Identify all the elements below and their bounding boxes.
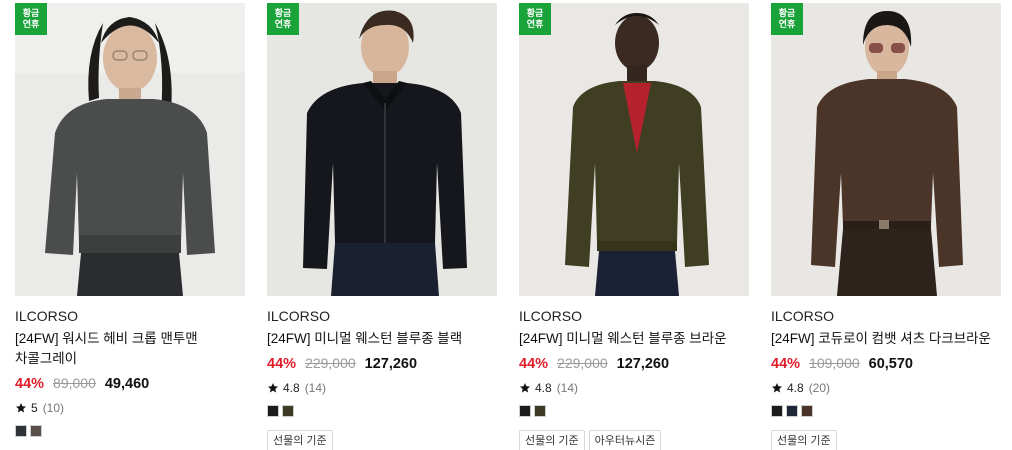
product-image[interactable]: 황금 연휴 (771, 3, 1001, 296)
model-photo (771, 3, 1001, 296)
rating-value: 5 (31, 401, 38, 415)
tag-list: 선물의 기준 (771, 430, 1001, 450)
color-swatch[interactable] (534, 405, 546, 417)
product-tag[interactable]: 아우터뉴시즌 (588, 430, 662, 450)
product-title[interactable]: [24FW] 코듀로이 컴뱃 셔츠 다크브라운 (771, 329, 1003, 349)
price-row: 44% 229,000 127,260 (267, 355, 497, 375)
brand-name[interactable]: ILCORSO (15, 307, 245, 325)
product-image[interactable]: 황금 연휴 (15, 3, 245, 296)
discount-rate: 44% (519, 356, 549, 372)
rating-value: 4.8 (535, 381, 552, 395)
brand-name[interactable]: ILCORSO (519, 307, 749, 325)
color-swatches (267, 405, 497, 417)
original-price: 109,000 (809, 355, 860, 371)
color-swatch[interactable] (267, 405, 279, 417)
discount-rate: 44% (267, 356, 297, 372)
star-icon (772, 383, 782, 393)
price-row: 44% 89,000 49,460 (15, 375, 245, 395)
review-count: (14) (556, 381, 579, 395)
star-icon (16, 403, 26, 413)
holiday-badge: 황금 연휴 (519, 3, 551, 35)
sale-price: 127,260 (616, 356, 670, 372)
sale-price: 127,260 (364, 356, 418, 372)
product-tag[interactable]: 선물의 기준 (771, 430, 837, 450)
color-swatches (15, 425, 245, 437)
review-count: (20) (808, 381, 831, 395)
star-icon (268, 383, 278, 393)
holiday-badge: 황금 연휴 (15, 3, 47, 35)
color-swatches (519, 405, 749, 417)
product-card[interactable]: 황금 연휴 ILCORSO [24FW] 워시드 헤비 크롭 맨투맨 차콜그레이… (15, 3, 245, 450)
color-swatch[interactable] (30, 425, 42, 437)
product-grid: 황금 연휴 ILCORSO [24FW] 워시드 헤비 크롭 맨투맨 차콜그레이… (0, 0, 1012, 450)
product-image[interactable]: 황금 연휴 (267, 3, 497, 296)
holiday-badge: 황금 연휴 (771, 3, 803, 35)
color-swatch[interactable] (771, 405, 783, 417)
product-image[interactable]: 황금 연휴 (519, 3, 749, 296)
original-price: 229,000 (557, 355, 608, 371)
rating-row: 4.8 (20) (771, 381, 1001, 395)
product-tag[interactable]: 선물의 기준 (267, 430, 333, 450)
review-count: (14) (304, 381, 327, 395)
color-swatch[interactable] (801, 405, 813, 417)
original-price: 229,000 (305, 355, 356, 371)
color-swatch[interactable] (15, 425, 27, 437)
rating-value: 4.8 (787, 381, 804, 395)
discount-rate: 44% (771, 356, 801, 372)
holiday-badge: 황금 연휴 (267, 3, 299, 35)
tag-list: 선물의 기준 (267, 430, 497, 450)
rating-row: 4.8 (14) (267, 381, 497, 395)
product-title[interactable]: [24FW] 워시드 헤비 크롭 맨투맨 차콜그레이 (15, 329, 247, 369)
color-swatch[interactable] (519, 405, 531, 417)
price-row: 44% 109,000 60,570 (771, 355, 1001, 375)
rating-value: 4.8 (283, 381, 300, 395)
model-photo (267, 3, 497, 296)
color-swatches (771, 405, 1001, 417)
model-photo (15, 3, 245, 296)
discount-rate: 44% (15, 376, 45, 392)
review-count: (10) (42, 401, 65, 415)
tag-list: 선물의 기준 아우터뉴시즌 (519, 430, 749, 450)
product-title[interactable]: [24FW] 미니멀 웨스턴 블루종 블랙 (267, 329, 499, 349)
sale-price: 60,570 (868, 356, 913, 372)
product-card[interactable]: 황금 연휴 ILCORSO [24FW] 미니멀 웨스턴 블루종 블랙 44% … (267, 3, 497, 450)
product-tag[interactable]: 선물의 기준 (519, 430, 585, 450)
model-photo (519, 3, 749, 296)
product-title[interactable]: [24FW] 미니멀 웨스턴 블루종 브라운 (519, 329, 751, 349)
sale-price: 49,460 (104, 376, 150, 392)
product-card[interactable]: 황금 연휴 ILCORSO [24FW] 미니멀 웨스턴 블루종 브라운 44%… (519, 3, 749, 450)
star-icon (520, 383, 530, 393)
color-swatch[interactable] (786, 405, 798, 417)
brand-name[interactable]: ILCORSO (771, 307, 1001, 325)
original-price: 89,000 (53, 375, 96, 391)
rating-row: 5 (10) (15, 401, 245, 415)
product-card[interactable]: 황금 연휴 ILCORSO [24FW] 코듀로이 컴뱃 셔츠 다크브라운 44… (771, 3, 1001, 450)
brand-name[interactable]: ILCORSO (267, 307, 497, 325)
price-row: 44% 229,000 127,260 (519, 355, 749, 375)
color-swatch[interactable] (282, 405, 294, 417)
rating-row: 4.8 (14) (519, 381, 749, 395)
